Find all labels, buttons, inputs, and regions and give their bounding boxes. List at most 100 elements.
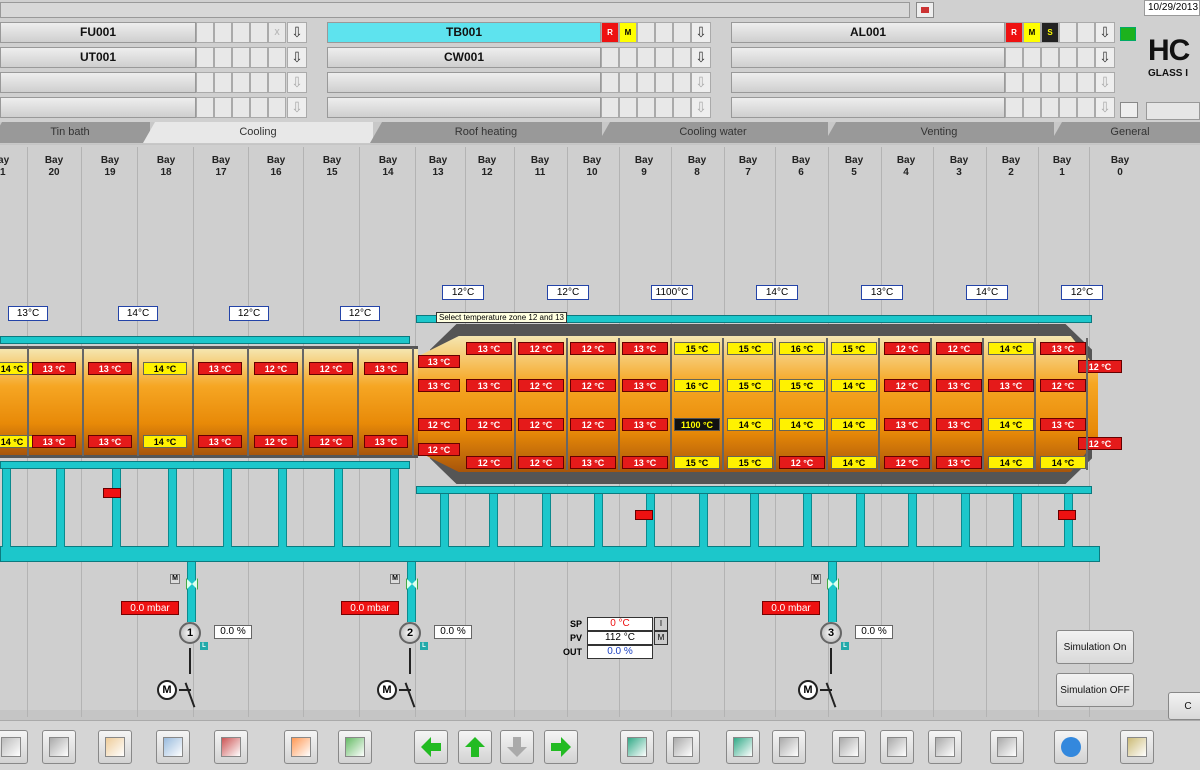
group-ut001[interactable]: UT001 [0, 47, 196, 68]
tab-cooling[interactable]: Cooling [143, 122, 373, 143]
fan-icon[interactable]: 2 [399, 622, 421, 644]
group-empty[interactable] [731, 72, 1005, 93]
temp-reading[interactable]: 13 °C [884, 418, 930, 431]
zone-setpoint[interactable]: 13°C [861, 285, 903, 300]
pid-m-mode[interactable]: M [654, 631, 668, 645]
temp-reading[interactable]: 12 °C [779, 456, 825, 469]
temp-reading[interactable]: 12 °C [1040, 379, 1086, 392]
undo-button[interactable] [620, 730, 654, 764]
temp-reading[interactable]: 12 °C [570, 379, 616, 392]
download-arrow-icon[interactable]: ⇩ [287, 47, 307, 68]
valve-alarm-marker[interactable] [1058, 510, 1076, 520]
motor-icon[interactable]: M [377, 680, 397, 700]
fan-output-percent[interactable]: 0.0 % [434, 625, 472, 639]
temp-reading[interactable]: 12 °C [570, 418, 616, 431]
temp-reading[interactable]: 14 °C [831, 379, 877, 392]
download-arrow-icon[interactable]: ⇩ [287, 72, 307, 93]
temp-reading[interactable]: 15 °C [674, 456, 720, 469]
temp-reading[interactable]: 15 °C [674, 342, 720, 355]
valve-alarm-marker[interactable] [635, 510, 653, 520]
temp-reading[interactable]: 15 °C [727, 342, 773, 355]
fan-output-percent[interactable]: 0.0 % [214, 625, 252, 639]
temp-reading[interactable]: 13 °C [418, 355, 460, 368]
temp-reading[interactable]: 12 °C [309, 362, 353, 375]
trend-button[interactable] [214, 730, 248, 764]
temp-reading[interactable]: 13 °C [936, 379, 982, 392]
temp-reading[interactable]: 14 °C [988, 342, 1034, 355]
temp-reading[interactable]: 15 °C [727, 379, 773, 392]
report-button[interactable] [156, 730, 190, 764]
temp-reading[interactable]: 13 °C [466, 342, 512, 355]
send-button[interactable] [726, 730, 760, 764]
temp-reading[interactable]: 13 °C [364, 435, 408, 448]
temp-reading[interactable]: 14 °C [831, 456, 877, 469]
temp-reading[interactable]: 14 °C [727, 418, 773, 431]
group-empty[interactable] [0, 72, 196, 93]
download-arrow-icon[interactable]: ⇩ [691, 47, 711, 68]
temp-reading[interactable]: 15 °C [831, 342, 877, 355]
temp-reading[interactable]: 13 °C [32, 362, 76, 375]
redo-button[interactable] [666, 730, 700, 764]
tab-general[interactable]: General [1050, 122, 1200, 143]
pid-i-mode[interactable]: I [654, 617, 668, 631]
temp-reading[interactable]: 16 °C [779, 342, 825, 355]
group-empty[interactable] [327, 72, 601, 93]
arrow-right-button[interactable] [544, 730, 578, 764]
pid-out-value[interactable]: 0.0 % [587, 645, 653, 659]
temp-reading[interactable]: 12 °C [518, 418, 564, 431]
temp-reading[interactable]: 12 °C [466, 456, 512, 469]
download-arrow-icon[interactable]: ⇩ [1095, 72, 1115, 93]
temp-reading[interactable]: 13 °C [88, 435, 132, 448]
group-empty[interactable] [731, 47, 1005, 68]
temp-reading[interactable]: 13 °C [198, 362, 242, 375]
group-tb001-flag-m[interactable]: M [619, 22, 637, 43]
temp-reading[interactable]: 14 °C [831, 418, 877, 431]
tab-roof-heating[interactable]: Roof heating [370, 122, 602, 143]
temp-reading[interactable]: 12 °C [884, 342, 930, 355]
temp-reading[interactable]: 12 °C [1078, 437, 1122, 450]
temp-reading[interactable]: 13 °C [198, 435, 242, 448]
temp-reading[interactable]: 16 °C [674, 379, 720, 392]
temp-reading[interactable]: 13 °C [936, 418, 982, 431]
info-button[interactable] [1054, 730, 1088, 764]
login-field[interactable] [1146, 102, 1200, 120]
delete-button[interactable] [928, 730, 962, 764]
temp-reading[interactable]: 13 °C [32, 435, 76, 448]
temp-reading[interactable]: 12 °C [884, 379, 930, 392]
close-button[interactable]: C [1168, 692, 1200, 720]
temp-reading[interactable]: 13 °C [622, 342, 668, 355]
blank-button[interactable] [0, 730, 28, 764]
group-empty[interactable] [731, 97, 1005, 118]
tab-venting[interactable]: Venting [824, 122, 1054, 143]
temp-reading[interactable]: 14 °C [988, 418, 1034, 431]
temp-reading[interactable]: 12 °C [254, 435, 298, 448]
temp-reading[interactable]: 14 °C [779, 418, 825, 431]
temp-reading[interactable]: 13 °C [988, 379, 1034, 392]
copy-button[interactable] [832, 730, 866, 764]
alarm-list-icon[interactable] [916, 2, 934, 18]
temp-reading[interactable]: 12 °C [936, 342, 982, 355]
group-cw001[interactable]: CW001 [327, 47, 601, 68]
tab-tin-bath[interactable]: Tin bath [0, 122, 150, 143]
download-arrow-icon[interactable]: ⇩ [1095, 22, 1115, 43]
download-arrow-icon[interactable]: ⇩ [287, 22, 307, 43]
temp-reading[interactable]: 12 °C [884, 456, 930, 469]
download-arrow-icon[interactable]: ⇩ [1095, 47, 1115, 68]
arrow-down-button[interactable] [500, 730, 534, 764]
motor-icon[interactable]: M [157, 680, 177, 700]
monitor-button[interactable] [990, 730, 1024, 764]
temp-reading[interactable]: 12 °C [518, 342, 564, 355]
temp-reading[interactable]: 15 °C [727, 456, 773, 469]
temp-reading[interactable]: 13 °C [622, 456, 668, 469]
group-al001-flag-s[interactable]: S [1041, 22, 1059, 43]
temp-reading[interactable]: 14 °C [1040, 456, 1086, 469]
fan-icon[interactable]: 1 [179, 622, 201, 644]
temp-reading[interactable]: 13 °C [936, 456, 982, 469]
printer-icon[interactable] [1120, 102, 1138, 118]
wrench-button[interactable] [42, 730, 76, 764]
temp-reading[interactable]: 12 °C [466, 418, 512, 431]
sound-button[interactable] [1120, 730, 1154, 764]
group-empty[interactable] [327, 97, 601, 118]
temp-reading[interactable]: 12 °C [254, 362, 298, 375]
arrow-up-button[interactable] [458, 730, 492, 764]
